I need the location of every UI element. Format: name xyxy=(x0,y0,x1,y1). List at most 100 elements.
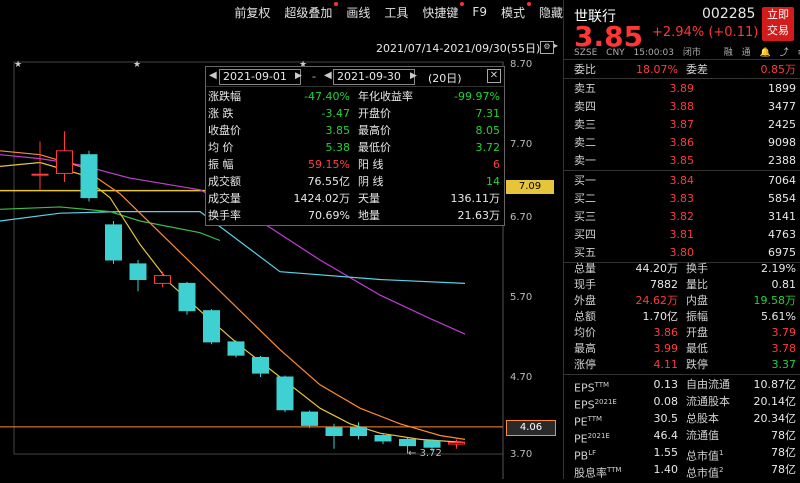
right-arrow-icon[interactable]: ▶ xyxy=(410,71,417,81)
price-tag-high: 7.09 xyxy=(506,180,554,194)
ask-row[interactable]: 卖二3.869098 xyxy=(574,134,798,152)
fundamental-row: 股息率TTM1.40总市值278亿 xyxy=(574,461,798,479)
fundamental-label: 流通股本 xyxy=(686,393,730,411)
toolbar-item-label: 隐藏 xyxy=(539,6,563,20)
fundamental-value: 78亿 xyxy=(771,461,796,479)
fundamental-value: 10.87亿 xyxy=(754,376,797,394)
left-arrow-icon[interactable]: ◀ xyxy=(209,70,217,81)
notification-dot xyxy=(460,2,464,6)
candle-body xyxy=(400,439,416,445)
toolbar-item-2[interactable]: 画线 xyxy=(346,4,370,21)
popup-stat-label: 收盘价 xyxy=(208,123,278,139)
popup-stat-value: 70.69% xyxy=(286,208,350,224)
popup-stat-value: 76.55亿 xyxy=(286,174,350,190)
bid-row[interactable]: 买一3.847064 xyxy=(574,172,798,190)
fundamental-value: 20.34亿 xyxy=(754,410,797,428)
quote-panel: 世联行 002285 立即 交易 3.85 +2.94% (+0.11) SZS… xyxy=(563,0,800,479)
date-to-input[interactable]: 2021-09-30 xyxy=(333,69,415,85)
ask-label: 卖一 xyxy=(574,152,596,170)
bid-volume: 4763 xyxy=(768,226,796,244)
toolbar-item-5[interactable]: F9 xyxy=(472,5,487,19)
y-tick-label: 5.70 xyxy=(510,292,532,303)
bid-price: 3.84 xyxy=(670,172,695,190)
popup-stat-label: 开盘价 xyxy=(358,106,428,122)
range-stats-popup: ◀ 2021-09-01 ▶ - ◀ 2021-09-30 ▶ (20日) ✕ … xyxy=(205,66,505,226)
price-tag-low: 4.06 xyxy=(506,420,556,436)
candle-body xyxy=(277,377,293,410)
bid-price: 3.81 xyxy=(670,226,695,244)
popup-stat-label: 最低价 xyxy=(358,140,428,156)
toolbar-item-label: 工具 xyxy=(384,6,408,20)
popup-stat-value: 5.38 xyxy=(286,140,350,156)
y-tick-label: 7.70 xyxy=(510,139,532,150)
toolbar-item-1[interactable]: 超级叠加 xyxy=(284,4,332,21)
ask-row[interactable]: 卖五3.891899 xyxy=(574,80,798,98)
toolbar-item-3[interactable]: 工具 xyxy=(384,4,408,21)
toolbar-item-label: 快捷键 xyxy=(422,6,458,20)
popup-stat-value: 6 xyxy=(428,157,500,173)
popup-stat-label: 涨 跌 xyxy=(208,106,278,122)
close-icon[interactable]: ✕ xyxy=(487,69,501,83)
toolbar-item-label: 模式 xyxy=(501,6,525,20)
fundamental-row: EPS2021E0.08流通股本20.14亿 xyxy=(574,393,798,411)
popup-stat-value: -99.97% xyxy=(428,89,500,105)
ask-row[interactable]: 卖四3.883477 xyxy=(574,98,798,116)
fundamental-value: 20.14亿 xyxy=(754,393,797,411)
date-from-input[interactable]: 2021-09-01 xyxy=(219,69,301,85)
popup-stat-value: -47.40% xyxy=(286,89,350,105)
divider xyxy=(564,170,800,171)
trade-button-line2: 交易 xyxy=(762,23,794,39)
y-tick-label: 3.70 xyxy=(510,449,532,460)
stat-label: 跌停 xyxy=(686,356,708,374)
alert-icon[interactable]: 🔔 xyxy=(760,48,771,58)
exchange-label: SZSE xyxy=(574,48,597,58)
fundamental-label-sup: TTM xyxy=(588,415,602,423)
candle-body xyxy=(179,283,195,310)
fundamental-label-sup: TTM xyxy=(607,466,621,474)
toolbar-item-7[interactable]: 隐藏 xyxy=(539,4,563,21)
trade-button[interactable]: 立即 交易 xyxy=(762,7,794,41)
share-icon[interactable]: ⤴ xyxy=(780,48,789,58)
right-arrow-icon[interactable]: ▶ xyxy=(295,71,302,81)
left-arrow-icon[interactable]: ◀ xyxy=(324,70,332,81)
popup-stat-label: 均 价 xyxy=(208,140,278,156)
toolbar-item-4[interactable]: 快捷键 xyxy=(422,4,458,21)
popup-stat-label: 阴 线 xyxy=(358,174,428,190)
popup-stat-label: 成交额 xyxy=(208,174,278,190)
trade-button-line1: 立即 xyxy=(762,7,794,23)
bid-row[interactable]: 买三3.823141 xyxy=(574,208,798,226)
fundamental-value: 78亿 xyxy=(771,427,796,445)
notification-dot xyxy=(334,2,338,6)
collapse-icon[interactable]: ▸ xyxy=(551,41,561,52)
fundamental-label-text: 股息率 xyxy=(574,467,607,480)
stat-label: 涨停 xyxy=(574,356,596,374)
bid-row[interactable]: 买四3.814763 xyxy=(574,226,798,244)
ask-row[interactable]: 卖三3.872425 xyxy=(574,116,798,134)
candle-body xyxy=(130,264,146,280)
candle-body xyxy=(302,412,318,425)
ask-label: 卖三 xyxy=(574,116,596,134)
candle-body xyxy=(155,276,171,284)
toolbar-item-label: 超级叠加 xyxy=(284,6,332,20)
y-tick-label: 4.70 xyxy=(510,372,532,383)
popup-stat-value: -3.47 xyxy=(286,106,350,122)
ask-volume: 3477 xyxy=(768,98,796,116)
popup-stat-value: 3.85 xyxy=(286,123,350,139)
fundamental-value: 1.40 xyxy=(654,461,679,479)
margin-badge: 融 xyxy=(724,48,733,58)
y-tick-label: 6.70 xyxy=(510,212,532,223)
ask-row[interactable]: 卖一3.852388 xyxy=(574,152,798,170)
event-marker-icon: ★ xyxy=(14,60,22,70)
fundamental-value: 0.08 xyxy=(654,393,679,411)
popup-stat-label: 阳 线 xyxy=(358,157,428,173)
ask-volume: 9098 xyxy=(768,134,796,152)
connect-badge: 通 xyxy=(742,48,751,58)
fundamental-label: 总市值2 xyxy=(686,461,723,483)
bid-row[interactable]: 买二3.835854 xyxy=(574,190,798,208)
ask-price: 3.87 xyxy=(670,116,695,134)
fundamental-label-text: 总股本 xyxy=(686,412,719,425)
toolbar-item-6[interactable]: 模式 xyxy=(501,4,525,21)
fundamental-label-text: 总市值 xyxy=(686,467,719,480)
toolbar-item-0[interactable]: 前复权 xyxy=(234,4,270,21)
fundamental-label: 总股本 xyxy=(686,410,719,428)
